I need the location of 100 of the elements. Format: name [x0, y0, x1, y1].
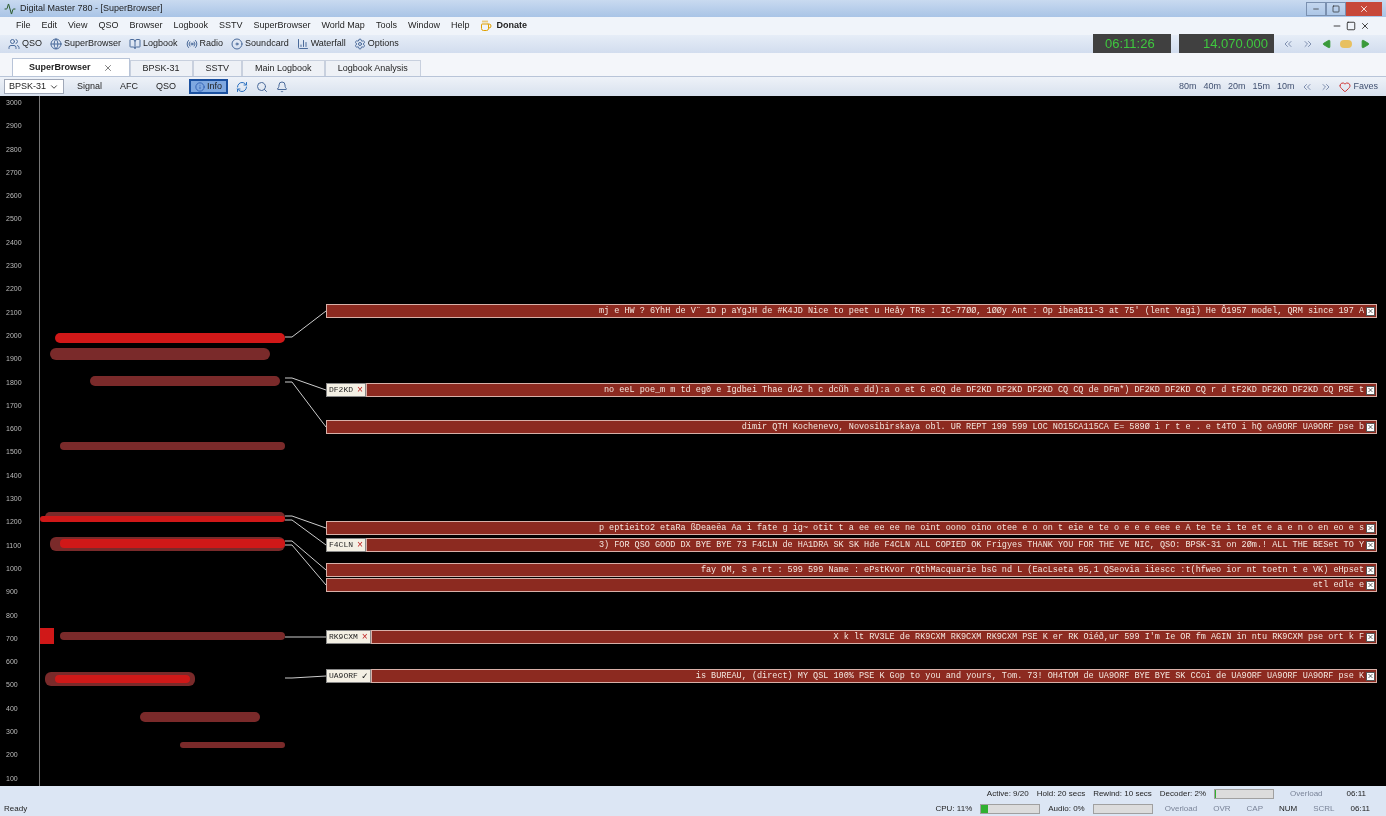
status-mark: ×	[357, 538, 364, 553]
leader-line	[284, 310, 327, 338]
menu-item[interactable]: World Map	[321, 19, 365, 33]
donate-menu-item[interactable]: Donate	[480, 19, 527, 33]
heart-icon	[1339, 80, 1352, 93]
menu-item[interactable]: Edit	[41, 19, 58, 33]
toolbar-button[interactable]: Waterfall	[296, 37, 346, 51]
status-indicator: 06:11	[1349, 802, 1371, 815]
toolbar-button[interactable]: Logbook	[129, 37, 178, 51]
ready-status: Ready	[4, 802, 28, 815]
toolbar-button[interactable]: Soundcard	[231, 37, 289, 51]
rewind-icon[interactable]	[1282, 38, 1294, 50]
close-icon[interactable]	[1366, 306, 1375, 316]
band-button[interactable]: 10m	[1276, 79, 1295, 94]
decoded-text: is BUREAU, (direct) MY QSL 100% PSE K Gop to you and yours, Tom. 73! OH4TOM de UA9ORF BYE BYE SK CCoi de UA9ORF UA9ORF UA9ORF pse K	[695, 670, 1364, 682]
toolbar-button[interactable]: Options	[353, 37, 399, 51]
minimize-button[interactable]	[1306, 1, 1326, 16]
close-icon[interactable]	[1366, 671, 1375, 681]
band-button[interactable]: 20m	[1227, 79, 1246, 94]
window-title: Digital Master 780 - [SuperBrowser]	[20, 1, 163, 15]
active-status: Active: 9/20	[986, 787, 1029, 800]
callsign: DF2KD	[329, 384, 353, 396]
meter-track	[1092, 803, 1153, 814]
band-button[interactable]: 80m	[1178, 79, 1197, 94]
mode-dropdown[interactable]: BPSK-31	[4, 79, 64, 94]
restore-icon[interactable]	[1346, 21, 1356, 31]
close-icon[interactable]	[1366, 523, 1375, 533]
menu-item[interactable]: View	[68, 19, 88, 33]
callsign: RK9CXM	[329, 631, 358, 643]
close-tab-icon[interactable]	[102, 62, 113, 73]
search-icon[interactable]	[256, 80, 269, 93]
band-button[interactable]: 15m	[1252, 79, 1270, 94]
menu-item[interactable]: File	[16, 19, 31, 33]
prev-icon[interactable]	[1322, 39, 1332, 49]
status-indicator: 06:11	[1345, 787, 1367, 800]
app-icon	[4, 2, 16, 15]
bar-chart-icon	[296, 38, 309, 50]
next-icon[interactable]	[1360, 39, 1370, 49]
status-mark: ×	[357, 383, 364, 398]
tab[interactable]: Main Logbook	[242, 60, 325, 76]
callsign-tag[interactable]: F4CLN ×	[326, 538, 367, 552]
menu-item[interactable]: Logbook	[173, 19, 208, 33]
info-icon	[195, 81, 206, 92]
menu-item[interactable]: Browser	[129, 19, 163, 33]
toolbar-button[interactable]: QSO	[151, 79, 182, 94]
callsign: UA9ORF	[329, 670, 358, 682]
decoded-text: no eeL poe_m m td eg0 e Igdbei Thae dA2 h c dcũh e dd):a o et G eCQ de DF2KD DF2KD DF2KD CQ CQ de DFm*) DF2KD DF2KD CQ r d tF2KD DF2KD DF2KD CQ PSE t	[603, 384, 1364, 396]
toolbar-button[interactable]: Radio	[185, 37, 224, 51]
decoded-text: fay OM, S e rt : 599 599 Name : ePstKvor rQthMacquarie bsG nd L (EacLseta 95,1 QSeovia iiescc :t(hfweo ior nt toetn t e VK) eHpset	[700, 564, 1364, 576]
book-icon	[129, 38, 142, 50]
decoded-text: X k lt RV3LE de RK9CXM RK9CXM RK9CXM PSE K er RK Oiéð,ur 599 I'm Ie OR fm AGIN in ntu RK9CXM pse ort k F	[833, 631, 1364, 643]
close-icon	[1359, 3, 1369, 14]
status-mark: ×	[361, 630, 368, 645]
faves-button[interactable]: Faves	[1339, 79, 1378, 94]
close-icon[interactable]	[1366, 580, 1375, 590]
status-indicator: Overload	[1163, 802, 1199, 815]
frequency-display: 14.070.000	[1179, 34, 1274, 54]
close-icon[interactable]	[1366, 632, 1375, 642]
toolbar-button[interactable]: QSO	[8, 37, 42, 51]
decoder-status: Decoder: 2%	[1159, 787, 1207, 800]
callsign-tag[interactable]: UA9ORF ✓	[326, 669, 371, 683]
globe-icon	[50, 38, 62, 50]
close-button[interactable]	[1346, 1, 1382, 16]
toolbar-button[interactable]: Signal	[72, 79, 108, 94]
tab[interactable]: SSTV	[192, 60, 243, 76]
status-indicator: CAP	[1245, 802, 1264, 815]
maximize-button[interactable]	[1326, 1, 1346, 16]
close-icon[interactable]	[1366, 422, 1375, 432]
leader-line	[284, 540, 327, 571]
toolbar-button[interactable]: Info	[189, 79, 229, 94]
menu-item[interactable]: SSTV	[218, 19, 243, 33]
close-icon[interactable]	[1366, 565, 1375, 575]
forward-icon[interactable]	[1302, 38, 1314, 50]
menu-item[interactable]: QSO	[98, 19, 119, 33]
decoded-text: p eptieito2 etaRa ßDeaeëa Aa i fate g ig~ otit t a ee ee ee ne oint oono oino otee e o on t eie e te o e e e eee e A te te i te et e a e n o en eo e s	[598, 522, 1364, 534]
menu-item[interactable]: Window	[407, 19, 440, 33]
callsign-tag[interactable]: RK9CXM ×	[326, 630, 371, 644]
leader-line	[284, 675, 327, 679]
bell-icon[interactable]	[276, 80, 289, 93]
callsign-tag[interactable]: DF2KD ×	[326, 383, 367, 397]
decoded-text: mj e HW ? 6YhH de V¨ 1D p aYgJH de #K4JD Nice to peet u Heåy TRs : IC-77ØØ, 1ØØy Ant : Op ibeaB11-3 at 75' (lent Yagi) He Ô1957 model, QRM since 197 A	[598, 305, 1364, 317]
callsign: F4CLN	[329, 539, 353, 551]
close-icon[interactable]	[1366, 540, 1375, 550]
menu-item[interactable]: Tools	[375, 19, 397, 33]
toolbar-button[interactable]: AFC	[115, 79, 144, 94]
tab[interactable]: BPSK-31	[129, 60, 193, 76]
menu-item[interactable]: SuperBrowser	[253, 19, 311, 33]
refresh-icon[interactable]	[236, 80, 249, 93]
menu-item[interactable]: Help	[450, 19, 470, 33]
rewind-status: Rewind: 10 secs	[1093, 787, 1152, 800]
close-icon[interactable]	[1360, 21, 1370, 31]
toolbar-button[interactable]: SuperBrowser	[50, 37, 122, 51]
band-button[interactable]: 40m	[1203, 79, 1221, 94]
tab[interactable]: SuperBrowser	[12, 58, 130, 76]
decoded-text: etl edle e	[1313, 579, 1364, 591]
tab[interactable]: Logbook Analysis	[324, 60, 421, 76]
decoded-text: dimir QTH Kochenevo, Novosibirskaya obl. UR REPT 199 599 LOC NO15CA115CA E= 589Ø i r t e . e t4TO i hQ oA9ORF UA9ORF pse b	[741, 421, 1364, 433]
close-icon[interactable]	[1366, 385, 1375, 395]
decoded-text: 3) FOR QSO GOOD DX BYE BYE 73 F4CLN de HA1DRA SK SK Hde F4CLN ALL COPIED OK Frigyes THANK YOU FOR THE VE NIC, QSO: BPSK-31 on 2Øm.! ALL THE BESet TO Y	[598, 539, 1364, 551]
people-icon	[8, 38, 20, 50]
